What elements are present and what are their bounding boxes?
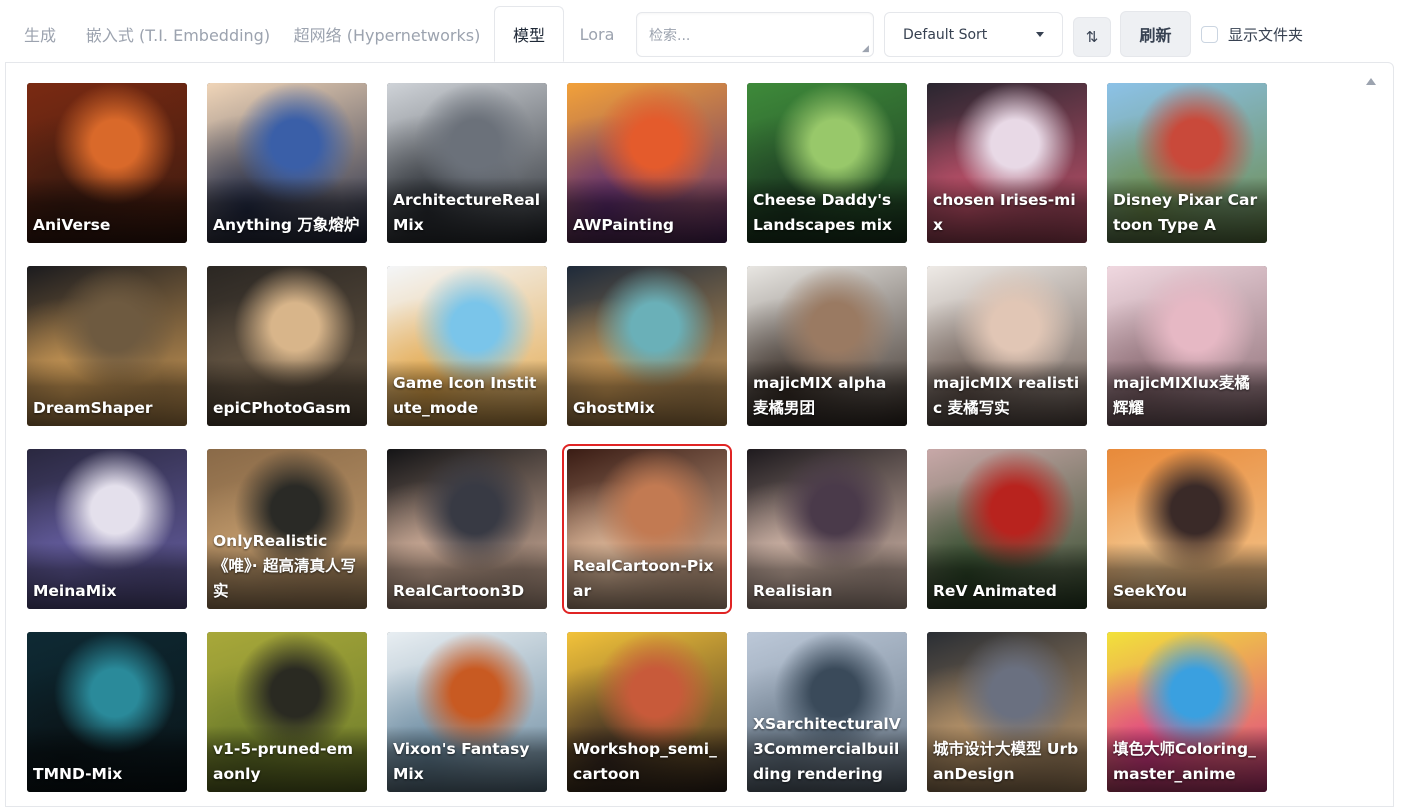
model-card[interactable]: 城市设计大模型 UrbanDesign [927, 632, 1087, 792]
sort-direction-button[interactable]: ⇅ [1073, 17, 1111, 57]
sort-select[interactable]: Default Sort [884, 12, 1063, 57]
model-name: GhostMix [573, 399, 655, 417]
model-card[interactable]: epiCPhotoGasm [207, 266, 367, 426]
search-input[interactable] [636, 12, 874, 57]
model-card[interactable]: chosen Irises-mix [927, 83, 1087, 243]
model-card[interactable]: Cheese Daddy's Landscapes mix [747, 83, 907, 243]
show-folders-toggle[interactable]: 显示文件夹 [1201, 24, 1303, 44]
tab-hypernetworks[interactable]: 超网络 (Hypernetworks) [286, 6, 488, 62]
model-card[interactable]: TMND-Mix [27, 632, 187, 792]
model-card[interactable]: ReV Animated [927, 449, 1087, 609]
model-card[interactable]: RealCartoon3D [387, 449, 547, 609]
model-name: Realisian [753, 582, 833, 600]
model-name: AniVerse [33, 216, 111, 234]
model-name: ArchitectureRealMix [393, 191, 541, 234]
model-card[interactable]: AWPainting [567, 83, 727, 243]
model-card[interactable]: Disney Pixar Cartoon Type A [1107, 83, 1267, 243]
model-card[interactable]: majicMIX realistic 麦橘写实 [927, 266, 1087, 426]
model-card[interactable]: AniVerse [27, 83, 187, 243]
model-card[interactable]: Workshop_semi_cartoon [567, 632, 727, 792]
model-name: TMND-Mix [33, 765, 123, 783]
chevron-down-icon [1036, 32, 1044, 37]
model-name: RealCartoon3D [393, 582, 525, 600]
model-name: RealCartoon-Pixar [573, 557, 714, 600]
show-folders-label: 显示文件夹 [1228, 25, 1304, 44]
model-card[interactable]: 填色大师Coloring_master_anime [1107, 632, 1267, 792]
model-name: 城市设计大模型 UrbanDesign [933, 740, 1079, 783]
model-name: Anything 万象熔炉 [213, 216, 360, 234]
model-name: OnlyRealistic 《唯》· 超高清真人写实 [213, 532, 357, 600]
model-name: Vixon's Fantasy Mix [393, 740, 530, 783]
model-card[interactable]: Vixon's Fantasy Mix [387, 632, 547, 792]
model-card[interactable]: GhostMix [567, 266, 727, 426]
model-name: SeekYou [1113, 582, 1187, 600]
model-grid: AniVerse Anything 万象熔炉 ArchitectureRealMix… [27, 83, 1267, 792]
model-card[interactable]: Anything 万象熔炉 [207, 83, 367, 243]
model-card[interactable]: majicMIXlux麦橘辉耀 [1107, 266, 1267, 426]
scroll-up-icon[interactable] [1366, 78, 1376, 85]
model-name: chosen Irises-mix [933, 191, 1076, 234]
model-name: majicMIX alpha 麦橘男团 [753, 374, 887, 417]
model-card[interactable]: Game Icon Institute_mode [387, 266, 547, 426]
sort-select-value: Default Sort [903, 26, 988, 43]
model-name: Game Icon Institute_mode [393, 374, 537, 417]
model-name: Workshop_semi_cartoon [573, 740, 717, 783]
model-card[interactable]: DreamShaper [27, 266, 187, 426]
model-name: majicMIX realistic 麦橘写实 [933, 374, 1080, 417]
model-name: v1-5-pruned-emaonly [213, 740, 354, 783]
model-card[interactable]: v1-5-pruned-emaonly [207, 632, 367, 792]
model-name: MeinaMix [33, 582, 117, 600]
model-card[interactable]: OnlyRealistic 《唯》· 超高清真人写实 [207, 449, 367, 609]
model-name: Cheese Daddy's Landscapes mix [753, 191, 893, 234]
model-card[interactable]: XSarchitecturalV3Commercialbuilding rend… [747, 632, 907, 792]
tab-models[interactable]: 模型 [494, 6, 564, 62]
refresh-button[interactable]: 刷新 [1120, 11, 1191, 57]
model-name: 填色大师Coloring_master_anime [1113, 740, 1256, 783]
top-bar: 生成 嵌入式 (T.I. Embedding) 超网络 (Hypernetwor… [0, 0, 1404, 62]
model-name: XSarchitecturalV3Commercialbuilding rend… [753, 715, 901, 783]
model-card[interactable]: SeekYou [1107, 449, 1267, 609]
model-card[interactable]: MeinaMix [27, 449, 187, 609]
model-name: DreamShaper [33, 399, 153, 417]
show-folders-checkbox[interactable] [1201, 25, 1218, 43]
model-card[interactable]: Realisian [747, 449, 907, 609]
model-name: AWPainting [573, 216, 674, 234]
tab-generate[interactable]: 生成 [8, 6, 72, 62]
model-name: majicMIXlux麦橘辉耀 [1113, 374, 1250, 417]
tab-lora[interactable]: Lora [572, 6, 622, 62]
model-name: Disney Pixar Cartoon Type A [1113, 191, 1258, 234]
model-card[interactable]: majicMIX alpha 麦橘男团 [747, 266, 907, 426]
model-card[interactable]: RealCartoon-Pixar [562, 444, 732, 614]
model-name: epiCPhotoGasm [213, 399, 351, 417]
tab-textual-inversion[interactable]: 嵌入式 (T.I. Embedding) [80, 6, 276, 62]
model-card[interactable]: ArchitectureRealMix [387, 83, 547, 243]
model-name: ReV Animated [933, 582, 1057, 600]
sort-arrows-icon: ⇅ [1085, 28, 1099, 46]
